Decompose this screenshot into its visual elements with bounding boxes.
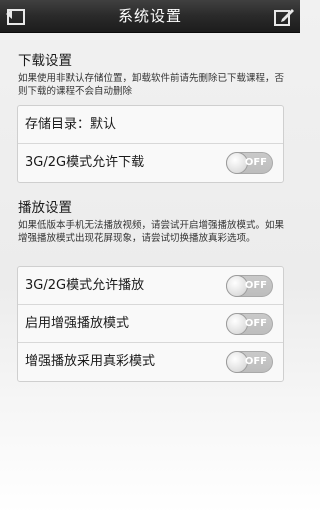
storage-directory-row[interactable]: 存储目录：默认 (18, 106, 283, 144)
enhanced-play-label: 启用增强播放模式 (25, 316, 130, 331)
true-color-toggle[interactable]: OFF (226, 351, 273, 373)
allow-play-mobile-row: 3G/2G模式允许播放 OFF (18, 267, 283, 305)
allow-download-mobile-label: 3G/2G模式允许下载 (25, 155, 145, 170)
storage-directory-label: 存储目录：默认 (25, 117, 117, 132)
allow-download-mobile-toggle[interactable]: OFF (226, 152, 273, 174)
allow-play-mobile-toggle[interactable]: OFF (226, 275, 273, 297)
toggle-state-label: OFF (244, 280, 267, 291)
edit-icon (274, 9, 294, 26)
download-settings-card: 存储目录：默认 3G/2G模式允许下载 OFF (17, 105, 284, 183)
playback-settings-card: 3G/2G模式允许播放 OFF 启用增强播放模式 OFF 增强播放采用真彩模式 … (17, 266, 284, 382)
title-bar: 系统设置 (0, 0, 300, 33)
allow-play-mobile-label: 3G/2G模式允许播放 (25, 278, 145, 293)
true-color-label: 增强播放采用真彩模式 (25, 354, 156, 369)
page-title: 系统设置 (117, 7, 182, 25)
edit-button[interactable] (272, 5, 296, 29)
enhanced-play-row: 启用增强播放模式 OFF (18, 305, 283, 343)
toggle-state-label: OFF (244, 157, 267, 168)
enhanced-play-toggle[interactable]: OFF (226, 313, 273, 335)
playback-section-heading: 播放设置 (18, 200, 72, 216)
allow-download-mobile-row: 3G/2G模式允许下载 OFF (18, 144, 283, 182)
true-color-row: 增强播放采用真彩模式 OFF (18, 343, 283, 381)
playback-hint: 如果低版本手机无法播放视频，请尝试开启增强播放模式。如果增强播放模式出现花屏现象… (18, 220, 285, 244)
download-hint: 如果使用非默认存储位置，卸载软件前请先删除已下载课程，否则下载的课程不会自动删除 (18, 73, 285, 97)
toggle-state-label: OFF (244, 318, 267, 329)
toggle-state-label: OFF (244, 356, 267, 367)
download-section-heading: 下载设置 (18, 53, 72, 69)
